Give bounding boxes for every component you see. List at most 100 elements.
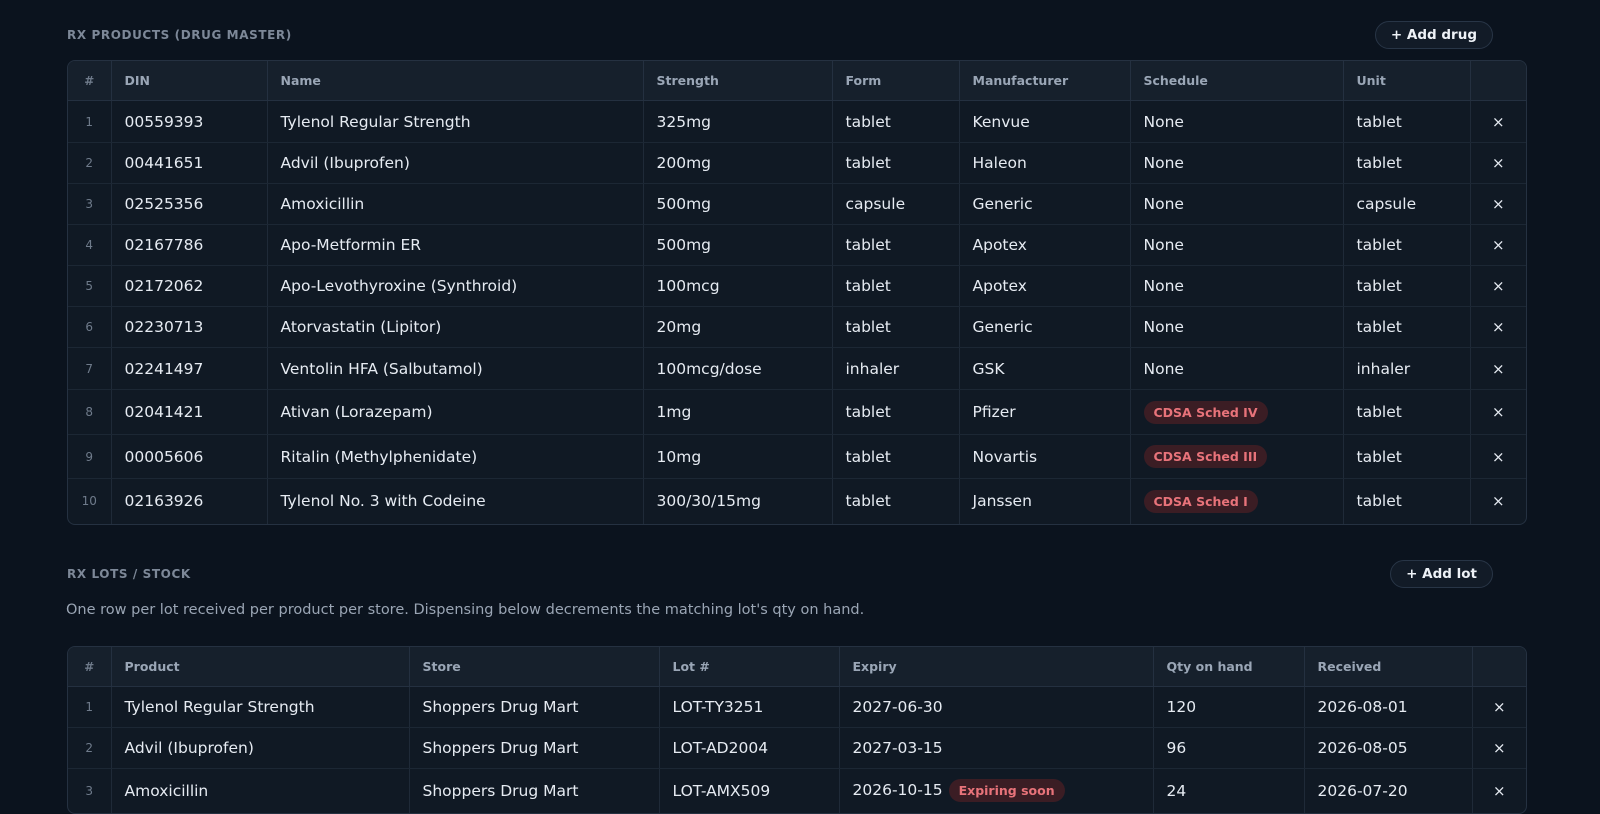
- strength-cell: 20mg: [643, 306, 833, 348]
- delete-row-button[interactable]: ×: [1470, 183, 1526, 225]
- name-cell: Amoxicillin: [267, 183, 644, 225]
- name-cell: Atorvastatin (Lipitor): [267, 306, 644, 348]
- form-cell: tablet: [832, 100, 960, 143]
- schedule-cell: None: [1130, 224, 1344, 266]
- column-header: Received: [1304, 647, 1473, 687]
- form-cell: inhaler: [832, 347, 960, 390]
- received-cell: 2026-08-01: [1304, 686, 1473, 728]
- column-header: Store: [409, 647, 660, 687]
- table-row: 9 00005606 Ritalin (Methylphenidate) 10mg ta…: [68, 434, 1526, 479]
- schedule-cell: None: [1130, 142, 1344, 184]
- name-cell: Ritalin (Methylphenidate): [267, 434, 644, 479]
- store-cell: Shoppers Drug Mart: [409, 768, 660, 813]
- din-cell: 02041421: [111, 389, 268, 435]
- din-cell: 02230713: [111, 306, 268, 348]
- name-cell: Tylenol No. 3 with Codeine: [267, 478, 644, 524]
- delete-row-button[interactable]: ×: [1472, 727, 1526, 769]
- delete-row-button[interactable]: ×: [1470, 479, 1526, 524]
- manufacturer-cell: Generic: [959, 306, 1131, 348]
- form-cell: tablet: [832, 224, 960, 266]
- product-cell: Advil (Ibuprofen): [111, 727, 410, 769]
- schedule-badge: CDSA Sched I: [1143, 489, 1258, 513]
- table-row: 1 00559393 Tylenol Regular Strength 325mg ta…: [68, 100, 1526, 143]
- table-row: 6 02230713 Atorvastatin (Lipitor) 20mg table…: [68, 306, 1526, 348]
- din-cell: 02525356: [111, 183, 268, 225]
- row-number: 6: [68, 306, 112, 348]
- delete-row-button[interactable]: ×: [1470, 389, 1526, 435]
- din-cell: 00441651: [111, 142, 268, 184]
- qty-cell: 120: [1153, 686, 1305, 728]
- strength-cell: 10mg: [643, 434, 833, 479]
- row-number: 1: [68, 686, 112, 728]
- delete-row-button[interactable]: ×: [1470, 347, 1526, 390]
- table-row: 10 02163926 Tylenol No. 3 with Codeine 300/…: [68, 478, 1526, 524]
- column-header: DIN: [111, 61, 268, 101]
- table-row: 1 Tylenol Regular Strength Shoppers Drug M…: [68, 686, 1526, 728]
- row-number: 9: [68, 434, 112, 479]
- unit-cell: tablet: [1343, 265, 1471, 307]
- qty-cell: 96: [1153, 727, 1305, 769]
- delete-row-button[interactable]: ×: [1470, 434, 1526, 479]
- expiry-date: 2027-03-15: [852, 739, 943, 757]
- delete-row-button[interactable]: ×: [1470, 265, 1526, 307]
- row-number: 7: [68, 347, 112, 390]
- din-cell: 00559393: [111, 100, 268, 143]
- row-number: 5: [68, 265, 112, 307]
- form-cell: tablet: [832, 265, 960, 307]
- manufacturer-cell: Haleon: [959, 142, 1131, 184]
- lots-description: One row per lot received per product per…: [66, 602, 865, 618]
- column-header: [1470, 61, 1526, 101]
- expiring-soon-badge: Expiring soon: [948, 779, 1065, 803]
- schedule-cell: None: [1130, 306, 1344, 348]
- add-lot-button[interactable]: + Add lot: [1390, 560, 1493, 588]
- delete-row-button[interactable]: ×: [1470, 306, 1526, 348]
- name-cell: Ventolin HFA (Salbutamol): [267, 347, 644, 390]
- delete-row-button[interactable]: ×: [1470, 100, 1526, 143]
- column-header: #: [68, 61, 112, 101]
- manufacturer-cell: Apotex: [959, 224, 1131, 266]
- row-number: 8: [68, 389, 112, 435]
- strength-cell: 100mcg/dose: [643, 347, 833, 390]
- manufacturer-cell: Novartis: [959, 434, 1131, 479]
- manufacturer-cell: Apotex: [959, 265, 1131, 307]
- qty-cell: 24: [1153, 768, 1305, 813]
- lot-number-cell: LOT-AD2004: [659, 727, 840, 769]
- add-drug-button[interactable]: + Add drug: [1374, 21, 1493, 49]
- schedule-cell: None: [1130, 347, 1344, 390]
- schedule-cell: CDSA Sched I: [1130, 478, 1344, 524]
- delete-row-button[interactable]: ×: [1472, 686, 1526, 728]
- product-cell: Tylenol Regular Strength: [111, 686, 410, 728]
- delete-row-button[interactable]: ×: [1470, 142, 1526, 184]
- din-cell: 02167786: [111, 224, 268, 266]
- expiry-date: 2027-06-30: [852, 698, 943, 716]
- column-header: #: [68, 647, 112, 687]
- table-row: 3 Amoxicillin Shoppers Drug Mart LOT-AMX509…: [68, 768, 1526, 813]
- column-header: Product: [111, 647, 410, 687]
- table-row: 2 00441651 Advil (Ibuprofen) 200mg tablet Hal…: [68, 142, 1526, 184]
- delete-row-button[interactable]: ×: [1472, 769, 1526, 813]
- delete-row-button[interactable]: ×: [1470, 224, 1526, 266]
- unit-cell: inhaler: [1343, 347, 1471, 390]
- form-cell: capsule: [832, 183, 960, 225]
- row-number: 1: [68, 100, 112, 143]
- manufacturer-cell: Pfizer: [959, 389, 1131, 435]
- unit-cell: tablet: [1343, 478, 1471, 524]
- column-header: Strength: [643, 61, 833, 101]
- form-cell: tablet: [832, 389, 960, 435]
- strength-cell: 300/30/15mg: [643, 478, 833, 524]
- expiry-cell: 2026-10-15 Expiring soon: [839, 768, 1154, 813]
- products-header-row: # DIN Name Strength Form Manufacturer Schedule…: [68, 61, 1526, 101]
- strength-cell: 500mg: [643, 224, 833, 266]
- manufacturer-cell: Kenvue: [959, 100, 1131, 143]
- column-header: Lot #: [659, 647, 840, 687]
- manufacturer-cell: GSK: [959, 347, 1131, 390]
- expiry-cell: 2027-03-15: [839, 727, 1154, 769]
- product-cell: Amoxicillin: [111, 768, 410, 813]
- row-number: 3: [68, 183, 112, 225]
- unit-cell: tablet: [1343, 306, 1471, 348]
- din-cell: 02163926: [111, 478, 268, 524]
- strength-cell: 200mg: [643, 142, 833, 184]
- column-header: Manufacturer: [959, 61, 1131, 101]
- lot-number-cell: LOT-TY3251: [659, 686, 840, 728]
- table-row: 7 02241497 Ventolin HFA (Salbutamol) 100mcg…: [68, 347, 1526, 390]
